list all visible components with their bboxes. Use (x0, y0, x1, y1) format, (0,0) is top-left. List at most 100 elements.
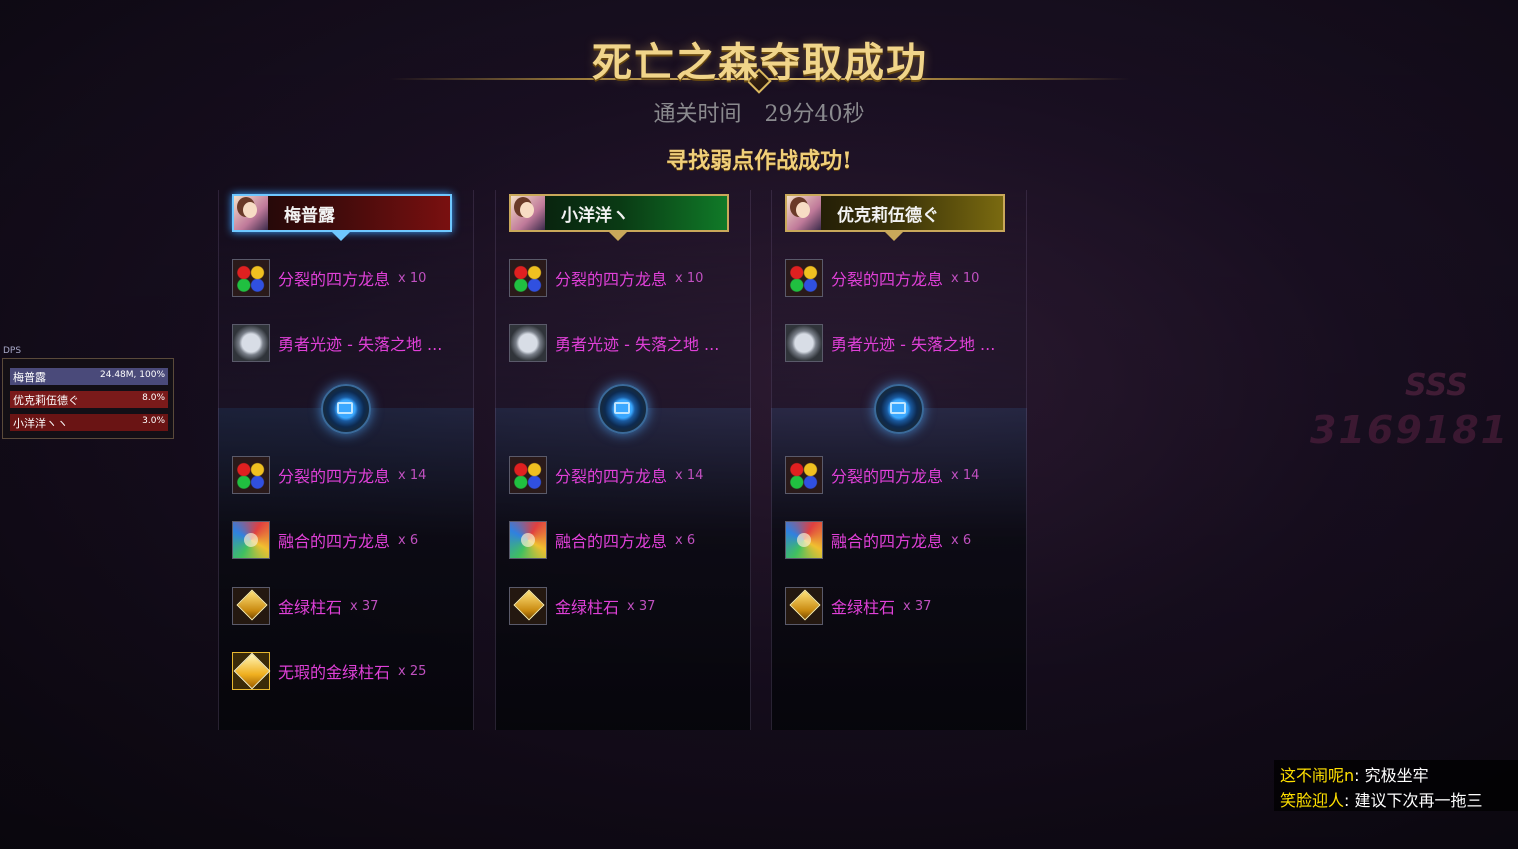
reward-item[interactable]: 分裂的四方龙息 x 14 (785, 455, 979, 495)
chat-sender: 笑脸迎人 (1280, 791, 1345, 810)
player-name-plate: 优克莉伍德ぐ (785, 194, 1005, 232)
name-plate-pointer (609, 232, 627, 241)
chat-overlay: 这不闹呢n: 究极坐牢 笑脸迎人: 建议下次再一拖三 (1274, 760, 1518, 811)
item-name: 融合的四方龙息 (278, 532, 391, 551)
item-name: 分裂的四方龙息 (278, 270, 391, 289)
treasure-chest-icon (598, 384, 648, 434)
dps-value: 8.0% (142, 393, 165, 403)
dps-table: 梅普露 24.48M, 100% 优克莉伍德ぐ 8.0% 小洋洋ヽヽ 3.0% (2, 358, 174, 439)
item-name: 金绿柱石 (278, 598, 343, 617)
item-name: 分裂的四方龙息 (555, 467, 668, 486)
reward-item[interactable]: 分裂的四方龙息 x 14 (232, 455, 426, 495)
item-quantity: x 6 (951, 532, 972, 548)
page-title: 死亡之森夺取成功 (592, 39, 928, 86)
item-name: 勇者光迹 - 失落之地 ... (555, 335, 720, 354)
reward-item[interactable]: 无瑕的金绿柱石 x 25 (232, 651, 426, 691)
reward-item[interactable]: 勇者光迹 - 失落之地 ... (232, 323, 442, 363)
dps-meter: DPS 梅普露 24.48M, 100% 优克莉伍德ぐ 8.0% 小洋洋ヽヽ 3.0% (2, 345, 174, 439)
reward-item[interactable]: 融合的四方龙息 x 6 (785, 520, 971, 560)
hero-trace-icon (785, 324, 823, 362)
score-value: 3169181 (1310, 408, 1510, 452)
dragon-breath-split-icon (232, 456, 270, 494)
player-name-plate: 小洋洋ヽ (509, 194, 729, 232)
item-quantity: x 14 (951, 467, 980, 483)
reward-item[interactable]: 金绿柱石 x 37 (785, 586, 931, 626)
clear-time-value: 29分40秒 (764, 102, 865, 127)
dps-row: 梅普露 24.48M, 100% (10, 368, 168, 385)
item-name: 勇者光迹 - 失落之地 ... (278, 335, 443, 354)
chat-message: 这不闹呢n: 究极坐牢 (1280, 762, 1429, 786)
dragon-breath-split-icon (232, 259, 270, 297)
dps-row: 小洋洋ヽヽ 3.0% (10, 414, 168, 431)
chat-sender: 这不闹呢n (1280, 766, 1355, 785)
mission-success-subtitle: 寻找弱点作战成功! (666, 148, 852, 174)
item-name: 分裂的四方龙息 (831, 270, 944, 289)
item-quantity: x 37 (627, 598, 656, 614)
dps-label: DPS (3, 346, 22, 356)
item-quantity: x 6 (675, 532, 696, 548)
item-name: 融合的四方龙息 (555, 532, 668, 551)
reward-item[interactable]: 分裂的四方龙息 x 10 (785, 258, 979, 298)
dps-value: 24.48M, 100% (100, 370, 165, 380)
item-quantity: x 14 (398, 467, 427, 483)
clear-time: 通关时间 29分40秒 (0, 96, 1518, 128)
reward-item[interactable]: 金绿柱石 x 37 (509, 586, 655, 626)
item-name: 分裂的四方龙息 (831, 467, 944, 486)
treasure-chest-icon (321, 384, 371, 434)
dps-player-name: 优克莉伍德ぐ (13, 394, 79, 407)
item-name: 无瑕的金绿柱石 (278, 663, 391, 682)
avatar (787, 196, 821, 230)
item-name: 金绿柱石 (831, 598, 896, 617)
dragon-breath-split-icon (785, 259, 823, 297)
reward-item[interactable]: 分裂的四方龙息 x 14 (509, 455, 703, 495)
dps-player-name: 梅普露 (13, 371, 46, 384)
item-name: 融合的四方龙息 (831, 532, 944, 551)
item-quantity: x 37 (903, 598, 932, 614)
item-name: 分裂的四方龙息 (555, 270, 668, 289)
item-name: 金绿柱石 (555, 598, 620, 617)
player-name: 小洋洋ヽ (561, 205, 629, 226)
dragon-breath-fused-icon (509, 521, 547, 559)
clear-time-label: 通关时间 (653, 102, 742, 127)
player-name: 梅普露 (284, 205, 335, 226)
item-quantity: x 10 (398, 270, 427, 286)
dragon-breath-split-icon (509, 456, 547, 494)
dragon-breath-split-icon (509, 259, 547, 297)
avatar (511, 196, 545, 230)
reward-item[interactable]: 融合的四方龙息 x 6 (232, 520, 418, 560)
player-name-plate: 梅普露 (232, 194, 452, 232)
reward-item[interactable]: 分裂的四方龙息 x 10 (509, 258, 703, 298)
name-plate-pointer (885, 232, 903, 241)
dragon-breath-fused-icon (232, 521, 270, 559)
dps-row: 优克莉伍德ぐ 8.0% (10, 391, 168, 408)
reward-item[interactable]: 融合的四方龙息 x 6 (509, 520, 695, 560)
item-name: 分裂的四方龙息 (278, 467, 391, 486)
player-name: 优克莉伍德ぐ (837, 205, 939, 226)
gold-green-stone-icon (509, 587, 547, 625)
treasure-chest-icon (874, 384, 924, 434)
gold-green-stone-icon (232, 587, 270, 625)
chat-text: : 建议下次再一拖三 (1344, 791, 1483, 810)
item-quantity: x 10 (675, 270, 704, 286)
player-column: 小洋洋ヽ分裂的四方龙息 x 10 勇者光迹 - 失落之地 ... 分裂的四方龙息 x 1… (495, 190, 751, 730)
item-name: 勇者光迹 - 失落之地 ... (831, 335, 996, 354)
item-quantity: x 14 (675, 467, 704, 483)
gold-green-stone-icon (785, 587, 823, 625)
hero-trace-icon (509, 324, 547, 362)
dps-player-name: 小洋洋ヽヽ (13, 417, 68, 430)
reward-item[interactable]: 金绿柱石 x 37 (232, 586, 378, 626)
dps-value: 3.0% (142, 416, 165, 426)
dragon-breath-fused-icon (785, 521, 823, 559)
reward-item[interactable]: 勇者光迹 - 失落之地 ... (785, 323, 995, 363)
player-column: 梅普露分裂的四方龙息 x 10 勇者光迹 - 失落之地 ... 分裂的四方龙息 x 14… (218, 190, 474, 730)
score-rank: SSS (1405, 368, 1468, 403)
item-quantity: x 37 (350, 598, 379, 614)
reward-item[interactable]: 勇者光迹 - 失落之地 ... (509, 323, 719, 363)
chat-message: 笑脸迎人: 建议下次再一拖三 (1280, 787, 1483, 811)
flawless-gold-green-stone-icon (232, 652, 270, 690)
item-quantity: x 10 (951, 270, 980, 286)
avatar (234, 196, 268, 230)
item-quantity: x 6 (398, 532, 419, 548)
reward-item[interactable]: 分裂的四方龙息 x 10 (232, 258, 426, 298)
hero-trace-icon (232, 324, 270, 362)
